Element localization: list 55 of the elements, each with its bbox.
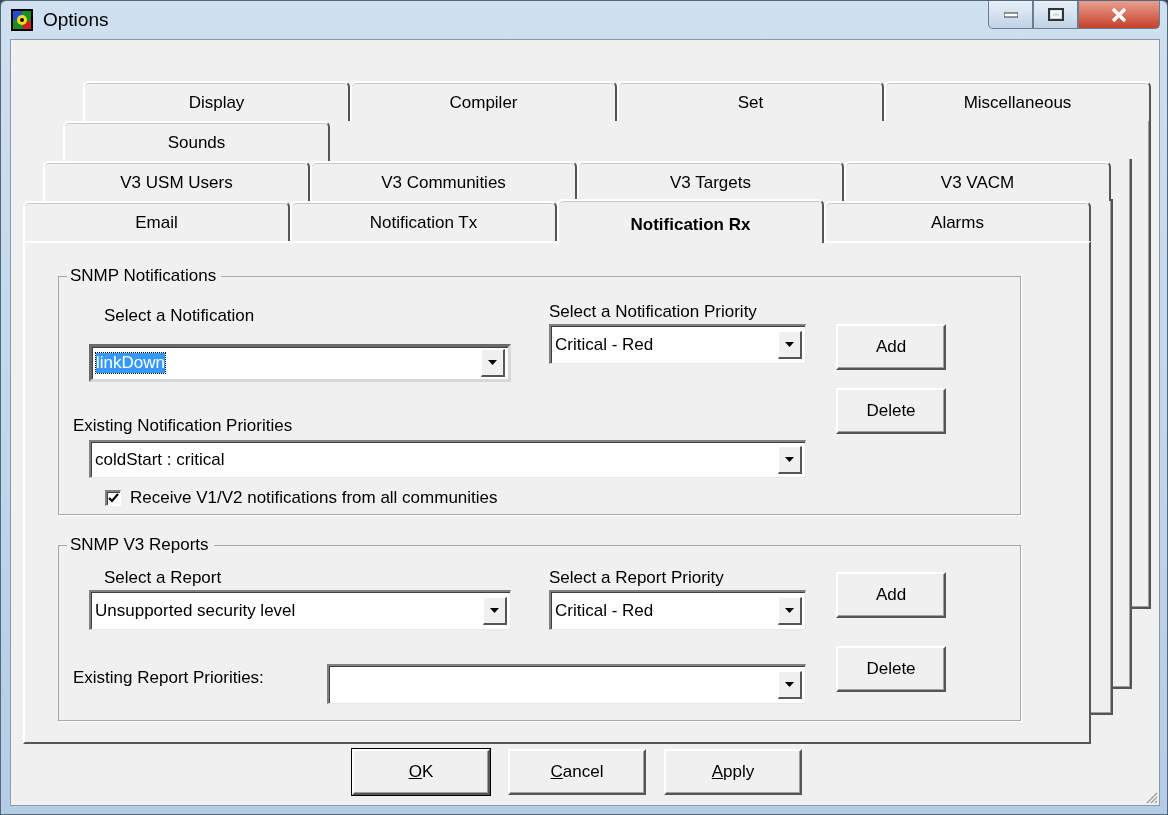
delete-button[interactable]: Delete [836, 646, 946, 692]
group-title: SNMP V3 Reports [67, 535, 214, 555]
field-label: Existing Report Priorities: [73, 667, 265, 689]
resize-grip-icon [1144, 790, 1158, 804]
checkbox[interactable] [105, 490, 121, 506]
tab[interactable]: Email [23, 201, 290, 241]
dropdown[interactable]: Critical - Red [549, 590, 806, 630]
minimize-button[interactable] [988, 1, 1033, 29]
dialog-button[interactable]: OK [352, 749, 490, 795]
dropdown[interactable]: Critical - Red [549, 324, 806, 364]
tab[interactable]: Notification Rx [557, 199, 824, 243]
caret-icon [785, 607, 794, 613]
caret-icon [785, 456, 794, 462]
dropdown-arrow-button[interactable] [481, 349, 505, 377]
dropdown-arrow-button[interactable] [778, 670, 802, 699]
tab[interactable]: V3 Targets [577, 161, 844, 201]
dialog-button[interactable]: Apply [664, 749, 802, 795]
dropdown-arrow-button[interactable] [778, 445, 802, 474]
dropdown[interactable]: Unsupported security level [89, 590, 511, 630]
dropdown-arrow-button[interactable] [778, 330, 802, 359]
dialog-button[interactable]: Cancel [508, 749, 646, 795]
tab[interactable]: V3 VACM [844, 161, 1111, 201]
dropdown-arrow-button[interactable] [778, 596, 802, 625]
app-icon [11, 9, 33, 31]
tab[interactable]: V3 USM Users [43, 161, 310, 201]
maximize-button[interactable] [1033, 1, 1078, 29]
delete-button[interactable]: Delete [836, 388, 946, 434]
maximize-icon [1047, 8, 1064, 21]
field-label: Select a Notification Priority [549, 302, 758, 323]
close-icon [1110, 6, 1128, 23]
add-button[interactable]: Add [836, 324, 946, 370]
field-label: Existing Notification Priorities [73, 415, 294, 436]
tab[interactable]: Display [83, 81, 350, 121]
tab[interactable]: Alarms [824, 201, 1091, 241]
caret-icon [785, 681, 794, 687]
add-button[interactable]: Add [836, 572, 946, 618]
tab[interactable]: Miscellaneous [884, 81, 1151, 121]
tab[interactable]: Notification Tx [290, 201, 557, 241]
tab[interactable]: Set [617, 81, 884, 121]
caret-icon [488, 360, 497, 365]
checkbox-label: Receive V1/V2 notifications from all communities [130, 488, 498, 508]
tab[interactable]: V3 Communities [310, 161, 577, 201]
close-button[interactable] [1078, 1, 1160, 29]
caret-icon [490, 607, 499, 613]
dropdown[interactable] [327, 664, 806, 704]
field-label: Select a Report [103, 568, 223, 589]
caret-icon [785, 341, 794, 347]
minimize-icon [1003, 11, 1018, 18]
tab[interactable]: Sounds [63, 121, 330, 161]
window-title: Options [43, 9, 109, 31]
tab[interactable]: Compiler [350, 81, 617, 121]
dropdown[interactable]: coldStart : critical [89, 440, 806, 478]
field-label: Select a Report Priority [549, 568, 725, 589]
dropdown-arrow-button[interactable] [483, 596, 507, 625]
field-label: Select a Notification [103, 305, 256, 324]
